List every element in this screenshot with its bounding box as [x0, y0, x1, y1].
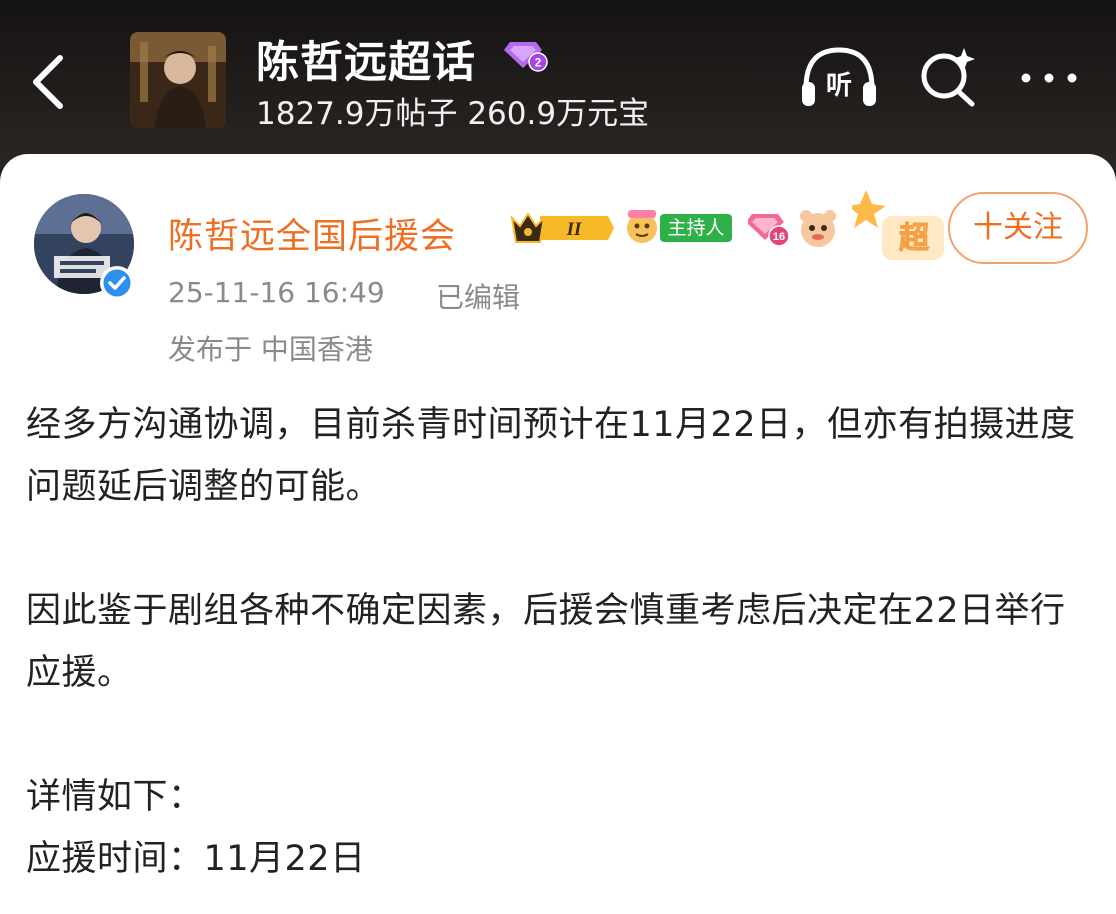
crown-level-icon: II: [510, 212, 614, 243]
super-topic-star-icon: 超: [852, 190, 944, 260]
edited-label[interactable]: 已编辑: [436, 276, 520, 316]
diamond-level-icon: 2: [504, 42, 548, 72]
host-badge: 主持人: [660, 214, 732, 242]
topic-header: 陈哲远超话 2 1827.9万帖子 260.9万元宝 听: [0, 0, 1116, 170]
topic-title: 陈哲远超话: [256, 38, 476, 88]
verified-icon: [100, 266, 134, 300]
search-button[interactable]: [916, 44, 982, 110]
topic-cover-image[interactable]: [130, 32, 226, 128]
listen-label: 听: [826, 71, 852, 101]
more-dots-icon: [1021, 73, 1077, 83]
user-level-number: 16: [773, 231, 785, 243]
post-location: 发布于 中国香港: [168, 333, 373, 366]
post-paragraph: 详情如下：: [26, 777, 204, 817]
post-paragraph: 因此鉴于剧组各种不确定因素，后援会慎重考虑后决定在22日举行应援。: [26, 591, 1066, 693]
diamond-level-icon: 16: [748, 214, 790, 247]
follow-button[interactable]: 十关注: [948, 192, 1088, 264]
post-card: 陈哲远全国后援会 II 主持人 16 超 十关注 25-11-16 16:49 …: [0, 154, 1116, 914]
crown-level-text: II: [566, 219, 582, 240]
author-name[interactable]: 陈哲远全国后援会: [168, 208, 456, 259]
super-badge-text: 超: [899, 221, 930, 256]
headphones-icon: 听: [802, 47, 876, 106]
back-button[interactable]: [18, 44, 82, 116]
chevron-left-icon: [33, 55, 63, 109]
topic-stats: 1827.9万帖子 260.9万元宝: [256, 96, 650, 132]
post-paragraph: 应援时间：11月22日: [26, 839, 366, 879]
listen-button[interactable]: 听: [800, 44, 878, 110]
search-icon: [921, 48, 975, 107]
more-options-button[interactable]: [1016, 56, 1082, 100]
post-timestamp: 25-11-16 16:49: [168, 276, 385, 309]
topic-level-number: 2: [535, 56, 542, 70]
pet-mascot-icon: [800, 210, 836, 247]
post-paragraph: 经多方沟通协调，目前杀青时间预计在11月22日，但亦有拍摄进度问题延后调整的可能…: [26, 405, 1076, 507]
